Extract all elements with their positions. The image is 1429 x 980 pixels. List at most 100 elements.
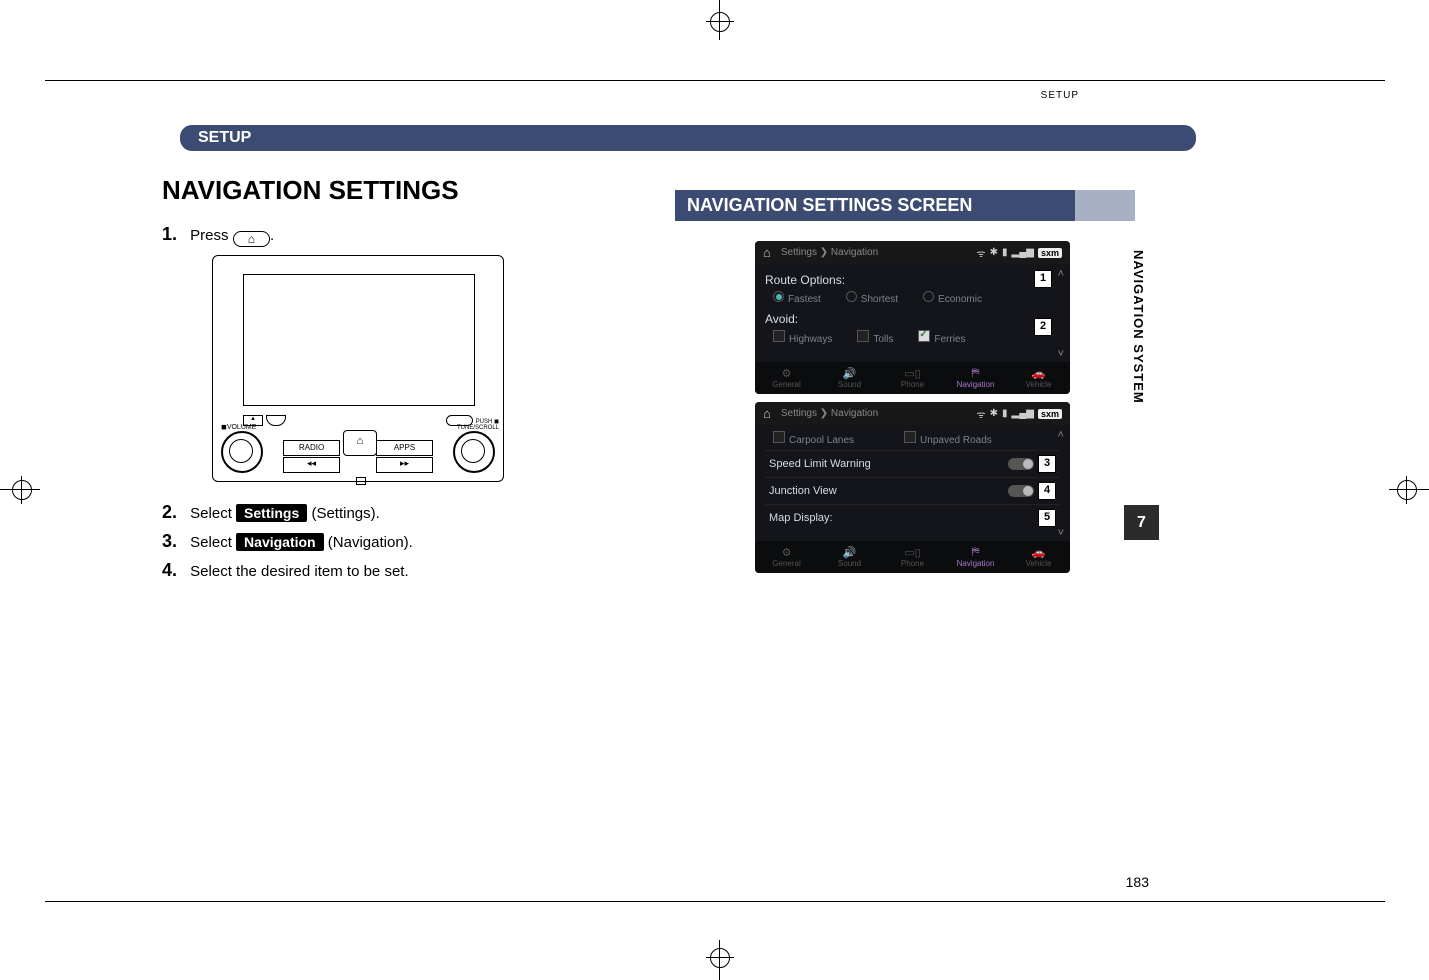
- home-icon[interactable]: ⌂: [763, 245, 771, 260]
- breadcrumb: Settings ❯ Navigation: [781, 247, 878, 258]
- status-icons: ᯤ ✱ ▮ ▂▄▆ sxm: [976, 246, 1062, 260]
- cropmark-right: [1389, 480, 1429, 500]
- ss2-tabbar: ⚙General 🔊Sound ▭▯Phone ⛿Navigation 🚗Veh…: [755, 541, 1070, 573]
- cropmark-left: [0, 480, 40, 500]
- bluetooth-icon: ✱: [990, 247, 998, 258]
- unpaved-check[interactable]: Unpaved Roads: [904, 431, 992, 446]
- step-2-number: 2.: [162, 502, 186, 523]
- step-4-text: Select the desired item to be set.: [190, 563, 408, 580]
- setup-pill: SETUP: [180, 125, 1196, 151]
- callout-marker-5: 5: [1038, 509, 1056, 527]
- checkbox-off-icon: [904, 431, 916, 443]
- route-options-label: Route Options:: [765, 273, 1060, 287]
- nav-icon: ⛿: [944, 367, 1007, 380]
- thumb-index: 7: [1124, 505, 1159, 540]
- head-unit-illustration: ▲ ◼VOLUME PUSH ◼TUNE/SCROLL ⌂ RADIO APPS…: [212, 255, 504, 482]
- ss1-topbar: ⌂ Settings ❯ Navigation ᯤ ✱ ▮ ▂▄▆ sxm: [755, 241, 1070, 264]
- step-2-paren: (Settings).: [311, 505, 379, 522]
- step-3-paren: (Navigation).: [328, 534, 413, 551]
- scroll-up-icon[interactable]: ˄: [1058, 429, 1064, 441]
- tune-knob-icon: [453, 431, 495, 473]
- ferries-check[interactable]: Ferries: [918, 330, 965, 345]
- next-hardkey-icon: ▸▸: [376, 457, 433, 473]
- step-3-number: 3.: [162, 531, 186, 552]
- tab-sound[interactable]: 🔊Sound: [818, 544, 881, 570]
- wifi-icon: ᯤ: [976, 246, 985, 260]
- gear-icon: ⚙: [755, 546, 818, 559]
- step-1-number: 1.: [162, 224, 186, 245]
- home-icon[interactable]: ⌂: [763, 406, 771, 421]
- tab-general[interactable]: ⚙General: [755, 365, 818, 391]
- highways-check[interactable]: Highways: [773, 330, 832, 345]
- callout-marker-1: 1: [1034, 270, 1052, 288]
- tab-vehicle[interactable]: 🚗Vehicle: [1007, 544, 1070, 570]
- tab-phone[interactable]: ▭▯Phone: [881, 544, 944, 570]
- radio-on-icon: [773, 291, 784, 302]
- map-display-row[interactable]: Map Display: 5: [765, 504, 1060, 531]
- step-1: 1. Press ⌂.: [162, 224, 662, 245]
- nav-settings-screenshot-2: ⌂ Settings ❯ Navigation ᯤ ✱ ▮ ▂▄▆ sxm ˄ …: [755, 402, 1070, 573]
- tab-general[interactable]: ⚙General: [755, 544, 818, 570]
- step-3: 3. Select Navigation (Navigation).: [162, 531, 662, 552]
- step-2: 2. Select Settings (Settings).: [162, 502, 662, 523]
- step-1-prefix: Press: [190, 227, 228, 244]
- scroll-down-icon[interactable]: ˅: [1058, 527, 1064, 539]
- radio-hardkey: RADIO: [283, 440, 340, 456]
- step-4: 4. Select the desired item to be set.: [162, 560, 662, 581]
- ss1-body: ˄ Route Options: 1 Fastest Shortest Econ…: [755, 264, 1070, 362]
- callout-marker-4: 4: [1038, 482, 1056, 500]
- tab-navigation[interactable]: ⛿Navigation: [944, 544, 1007, 570]
- tab-navigation[interactable]: ⛿Navigation: [944, 365, 1007, 391]
- car-icon: 🚗: [1007, 546, 1070, 559]
- toggle-icon[interactable]: [1008, 458, 1034, 470]
- radio-off-icon: [846, 291, 857, 302]
- carpool-check[interactable]: Carpool Lanes: [773, 431, 854, 446]
- sxm-badge: sxm: [1038, 248, 1062, 258]
- toggle-icon[interactable]: [1008, 485, 1034, 497]
- apps-hardkey: APPS: [376, 440, 433, 456]
- avoid-label: Avoid:: [765, 312, 1060, 326]
- page-number: 183: [1126, 874, 1149, 890]
- gear-icon: ⚙: [755, 367, 818, 380]
- checkbox-off-icon: [773, 330, 785, 342]
- tolls-check[interactable]: Tolls: [857, 330, 893, 345]
- economic-option[interactable]: Economic: [923, 291, 982, 305]
- sd-slot-icon: [356, 477, 366, 485]
- slot-icon: [266, 415, 286, 426]
- volume-knob-icon: [221, 431, 263, 473]
- running-head: SETUP: [1041, 90, 1079, 101]
- step-3-prefix: Select: [190, 534, 232, 551]
- tab-sound[interactable]: 🔊Sound: [818, 365, 881, 391]
- right-column: NAVIGATION SETTINGS SCREEN ⌂ Settings ❯ …: [675, 190, 1135, 581]
- phone-icon: ▭▯: [881, 367, 944, 380]
- nav-settings-screenshot-1: ⌂ Settings ❯ Navigation ᯤ ✱ ▮ ▂▄▆ sxm ˄ …: [755, 241, 1070, 394]
- speed-limit-label: Speed Limit Warning: [769, 458, 871, 470]
- ss2-topbar: ⌂ Settings ❯ Navigation ᯤ ✱ ▮ ▂▄▆ sxm: [755, 402, 1070, 425]
- callout-marker-3: 3: [1038, 455, 1056, 473]
- settings-button[interactable]: Settings: [236, 504, 307, 522]
- left-column: NAVIGATION SETTINGS 1. Press ⌂. ▲ ◼VOLUM…: [162, 175, 662, 589]
- ss1-tabbar: ⚙General 🔊Sound ▭▯Phone ⛿Navigation 🚗Veh…: [755, 362, 1070, 394]
- prev-hardkey-icon: ◂◂: [283, 457, 340, 473]
- junction-view-row[interactable]: Junction View 4: [765, 477, 1060, 504]
- tune-label: PUSH ◼TUNE/SCROLL: [457, 418, 499, 431]
- home-button-icon: ⌂: [233, 231, 270, 247]
- battery-icon: ▮: [1002, 408, 1008, 419]
- tab-phone[interactable]: ▭▯Phone: [881, 365, 944, 391]
- navigation-button[interactable]: Navigation: [236, 533, 324, 551]
- route-options-row: Fastest Shortest Economic: [765, 289, 1060, 309]
- volume-label: ◼VOLUME: [221, 423, 256, 431]
- scroll-down-icon[interactable]: ˅: [1058, 348, 1064, 360]
- callout-marker-2: 2: [1034, 318, 1052, 336]
- speed-limit-row[interactable]: Speed Limit Warning 3: [765, 450, 1060, 477]
- map-display-label: Map Display:: [769, 512, 833, 524]
- battery-icon: ▮: [1002, 247, 1008, 258]
- page-title: NAVIGATION SETTINGS: [162, 175, 662, 206]
- checkbox-off-icon: [857, 330, 869, 342]
- shortest-option[interactable]: Shortest: [846, 291, 898, 305]
- side-tab-label: NAVIGATION SYSTEM: [1131, 250, 1146, 404]
- tab-vehicle[interactable]: 🚗Vehicle: [1007, 365, 1070, 391]
- bluetooth-icon: ✱: [990, 408, 998, 419]
- scroll-up-icon[interactable]: ˄: [1058, 268, 1064, 280]
- fastest-option[interactable]: Fastest: [773, 291, 821, 305]
